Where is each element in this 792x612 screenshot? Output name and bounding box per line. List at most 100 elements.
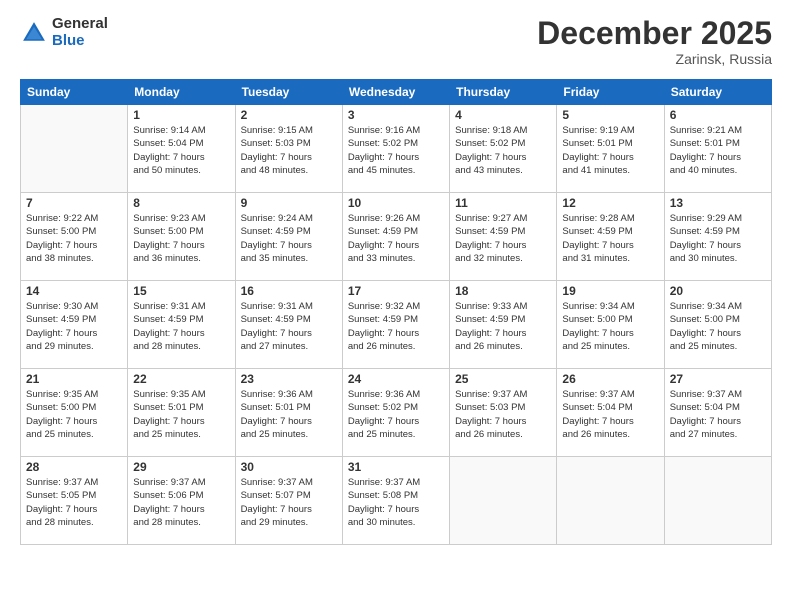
day-info: Sunrise: 9:23 AMSunset: 5:00 PMDaylight:…	[133, 212, 229, 265]
day-cell: 5 Sunrise: 9:19 AMSunset: 5:01 PMDaylight…	[557, 105, 664, 193]
day-cell: 9 Sunrise: 9:24 AMSunset: 4:59 PMDaylight…	[235, 193, 342, 281]
day-cell: 25 Sunrise: 9:37 AMSunset: 5:03 PMDayligh…	[450, 369, 557, 457]
day-number: 3	[348, 108, 444, 122]
day-number: 7	[26, 196, 122, 210]
day-cell: 23 Sunrise: 9:36 AMSunset: 5:01 PMDayligh…	[235, 369, 342, 457]
day-info: Sunrise: 9:35 AMSunset: 5:01 PMDaylight:…	[133, 388, 229, 441]
logo-blue: Blue	[52, 33, 108, 50]
day-number: 9	[241, 196, 337, 210]
day-cell: 8Sunrise: 9:23 AMSunset: 5:00 PMDaylight…	[128, 193, 235, 281]
header: General Blue December 2025 Zarinsk, Russ…	[20, 16, 772, 67]
day-info: Sunrise: 9:37 AMSunset: 5:04 PMDaylight:…	[670, 388, 766, 441]
day-number: 18	[455, 284, 551, 298]
day-info: Sunrise: 9:35 AMSunset: 5:00 PMDaylight:…	[26, 388, 122, 441]
day-number: 1	[133, 108, 229, 122]
day-cell: 6Sunrise: 9:21 AMSunset: 5:01 PMDaylight…	[664, 105, 771, 193]
day-cell: 7 Sunrise: 9:22 AMSunset: 5:00 PMDaylight…	[21, 193, 128, 281]
day-info: Sunrise: 9:37 AMSunset: 5:03 PMDaylight:…	[455, 388, 551, 441]
day-cell: 19Sunrise: 9:34 AMSunset: 5:00 PMDayligh…	[557, 281, 664, 369]
week-row-1: 1 Sunrise: 9:14 AMSunset: 5:04 PMDaylight…	[21, 105, 772, 193]
day-info: Sunrise: 9:24 AMSunset: 4:59 PMDaylight:…	[241, 212, 337, 265]
col-sunday: Sunday	[21, 80, 128, 105]
day-number: 10	[348, 196, 444, 210]
day-number: 31	[348, 460, 444, 474]
col-saturday: Saturday	[664, 80, 771, 105]
day-number: 2	[241, 108, 337, 122]
day-number: 22	[133, 372, 229, 386]
day-info: Sunrise: 9:18 AMSunset: 5:02 PMDaylight:…	[455, 124, 551, 177]
day-info: Sunrise: 9:26 AMSunset: 4:59 PMDaylight:…	[348, 212, 444, 265]
day-number: 25	[455, 372, 551, 386]
day-cell: 20Sunrise: 9:34 AMSunset: 5:00 PMDayligh…	[664, 281, 771, 369]
week-row-3: 14 Sunrise: 9:30 AMSunset: 4:59 PMDayligh…	[21, 281, 772, 369]
day-number: 28	[26, 460, 122, 474]
day-info: Sunrise: 9:19 AMSunset: 5:01 PMDaylight:…	[562, 124, 658, 177]
day-number: 4	[455, 108, 551, 122]
day-cell: 17Sunrise: 9:32 AMSunset: 4:59 PMDayligh…	[342, 281, 449, 369]
col-wednesday: Wednesday	[342, 80, 449, 105]
day-number: 29	[133, 460, 229, 474]
location-subtitle: Zarinsk, Russia	[537, 51, 772, 67]
day-number: 11	[455, 196, 551, 210]
day-number: 21	[26, 372, 122, 386]
day-info: Sunrise: 9:36 AMSunset: 5:02 PMDaylight:…	[348, 388, 444, 441]
day-info: Sunrise: 9:34 AMSunset: 5:00 PMDaylight:…	[562, 300, 658, 353]
day-info: Sunrise: 9:31 AMSunset: 4:59 PMDaylight:…	[241, 300, 337, 353]
day-info: Sunrise: 9:36 AMSunset: 5:01 PMDaylight:…	[241, 388, 337, 441]
day-cell: 28 Sunrise: 9:37 AMSunset: 5:05 PMDayligh…	[21, 457, 128, 545]
day-info: Sunrise: 9:31 AMSunset: 4:59 PMDaylight:…	[133, 300, 229, 353]
day-cell: 22 Sunrise: 9:35 AMSunset: 5:01 PMDayligh…	[128, 369, 235, 457]
day-cell: 12Sunrise: 9:28 AMSunset: 4:59 PMDayligh…	[557, 193, 664, 281]
day-number: 5	[562, 108, 658, 122]
day-cell: 27Sunrise: 9:37 AMSunset: 5:04 PMDayligh…	[664, 369, 771, 457]
day-cell	[450, 457, 557, 545]
day-number: 6	[670, 108, 766, 122]
day-info: Sunrise: 9:30 AMSunset: 4:59 PMDaylight:…	[26, 300, 122, 353]
day-cell: 18Sunrise: 9:33 AMSunset: 4:59 PMDayligh…	[450, 281, 557, 369]
day-cell: 2 Sunrise: 9:15 AMSunset: 5:03 PMDaylight…	[235, 105, 342, 193]
day-cell: 10 Sunrise: 9:26 AMSunset: 4:59 PMDayligh…	[342, 193, 449, 281]
day-cell	[557, 457, 664, 545]
logo-text: General Blue	[52, 16, 108, 49]
day-number: 15	[133, 284, 229, 298]
logo-general: General	[52, 16, 108, 33]
day-cell: 14 Sunrise: 9:30 AMSunset: 4:59 PMDayligh…	[21, 281, 128, 369]
col-tuesday: Tuesday	[235, 80, 342, 105]
week-row-5: 28 Sunrise: 9:37 AMSunset: 5:05 PMDayligh…	[21, 457, 772, 545]
day-number: 26	[562, 372, 658, 386]
day-info: Sunrise: 9:37 AMSunset: 5:04 PMDaylight:…	[562, 388, 658, 441]
day-info: Sunrise: 9:29 AMSunset: 4:59 PMDaylight:…	[670, 212, 766, 265]
day-number: 16	[241, 284, 337, 298]
day-cell: 29Sunrise: 9:37 AMSunset: 5:06 PMDayligh…	[128, 457, 235, 545]
day-info: Sunrise: 9:14 AMSunset: 5:04 PMDaylight:…	[133, 124, 229, 177]
day-cell: 11 Sunrise: 9:27 AMSunset: 4:59 PMDayligh…	[450, 193, 557, 281]
week-row-4: 21 Sunrise: 9:35 AMSunset: 5:00 PMDayligh…	[21, 369, 772, 457]
day-info: Sunrise: 9:34 AMSunset: 5:00 PMDaylight:…	[670, 300, 766, 353]
day-info: Sunrise: 9:28 AMSunset: 4:59 PMDaylight:…	[562, 212, 658, 265]
col-monday: Monday	[128, 80, 235, 105]
week-row-2: 7 Sunrise: 9:22 AMSunset: 5:00 PMDaylight…	[21, 193, 772, 281]
day-info: Sunrise: 9:22 AMSunset: 5:00 PMDaylight:…	[26, 212, 122, 265]
day-number: 23	[241, 372, 337, 386]
day-cell: 3 Sunrise: 9:16 AMSunset: 5:02 PMDaylight…	[342, 105, 449, 193]
day-info: Sunrise: 9:37 AMSunset: 5:08 PMDaylight:…	[348, 476, 444, 529]
logo: General Blue	[20, 16, 108, 49]
day-info: Sunrise: 9:37 AMSunset: 5:07 PMDaylight:…	[241, 476, 337, 529]
day-number: 24	[348, 372, 444, 386]
day-cell: 4 Sunrise: 9:18 AMSunset: 5:02 PMDaylight…	[450, 105, 557, 193]
day-info: Sunrise: 9:16 AMSunset: 5:02 PMDaylight:…	[348, 124, 444, 177]
logo-icon	[20, 19, 48, 47]
day-info: Sunrise: 9:15 AMSunset: 5:03 PMDaylight:…	[241, 124, 337, 177]
day-number: 13	[670, 196, 766, 210]
calendar-page: General Blue December 2025 Zarinsk, Russ…	[0, 0, 792, 612]
day-info: Sunrise: 9:37 AMSunset: 5:05 PMDaylight:…	[26, 476, 122, 529]
day-cell: 16 Sunrise: 9:31 AMSunset: 4:59 PMDayligh…	[235, 281, 342, 369]
day-number: 30	[241, 460, 337, 474]
col-thursday: Thursday	[450, 80, 557, 105]
day-info: Sunrise: 9:27 AMSunset: 4:59 PMDaylight:…	[455, 212, 551, 265]
title-block: December 2025 Zarinsk, Russia	[537, 16, 772, 67]
day-cell: 26 Sunrise: 9:37 AMSunset: 5:04 PMDayligh…	[557, 369, 664, 457]
col-friday: Friday	[557, 80, 664, 105]
day-cell	[21, 105, 128, 193]
day-number: 14	[26, 284, 122, 298]
